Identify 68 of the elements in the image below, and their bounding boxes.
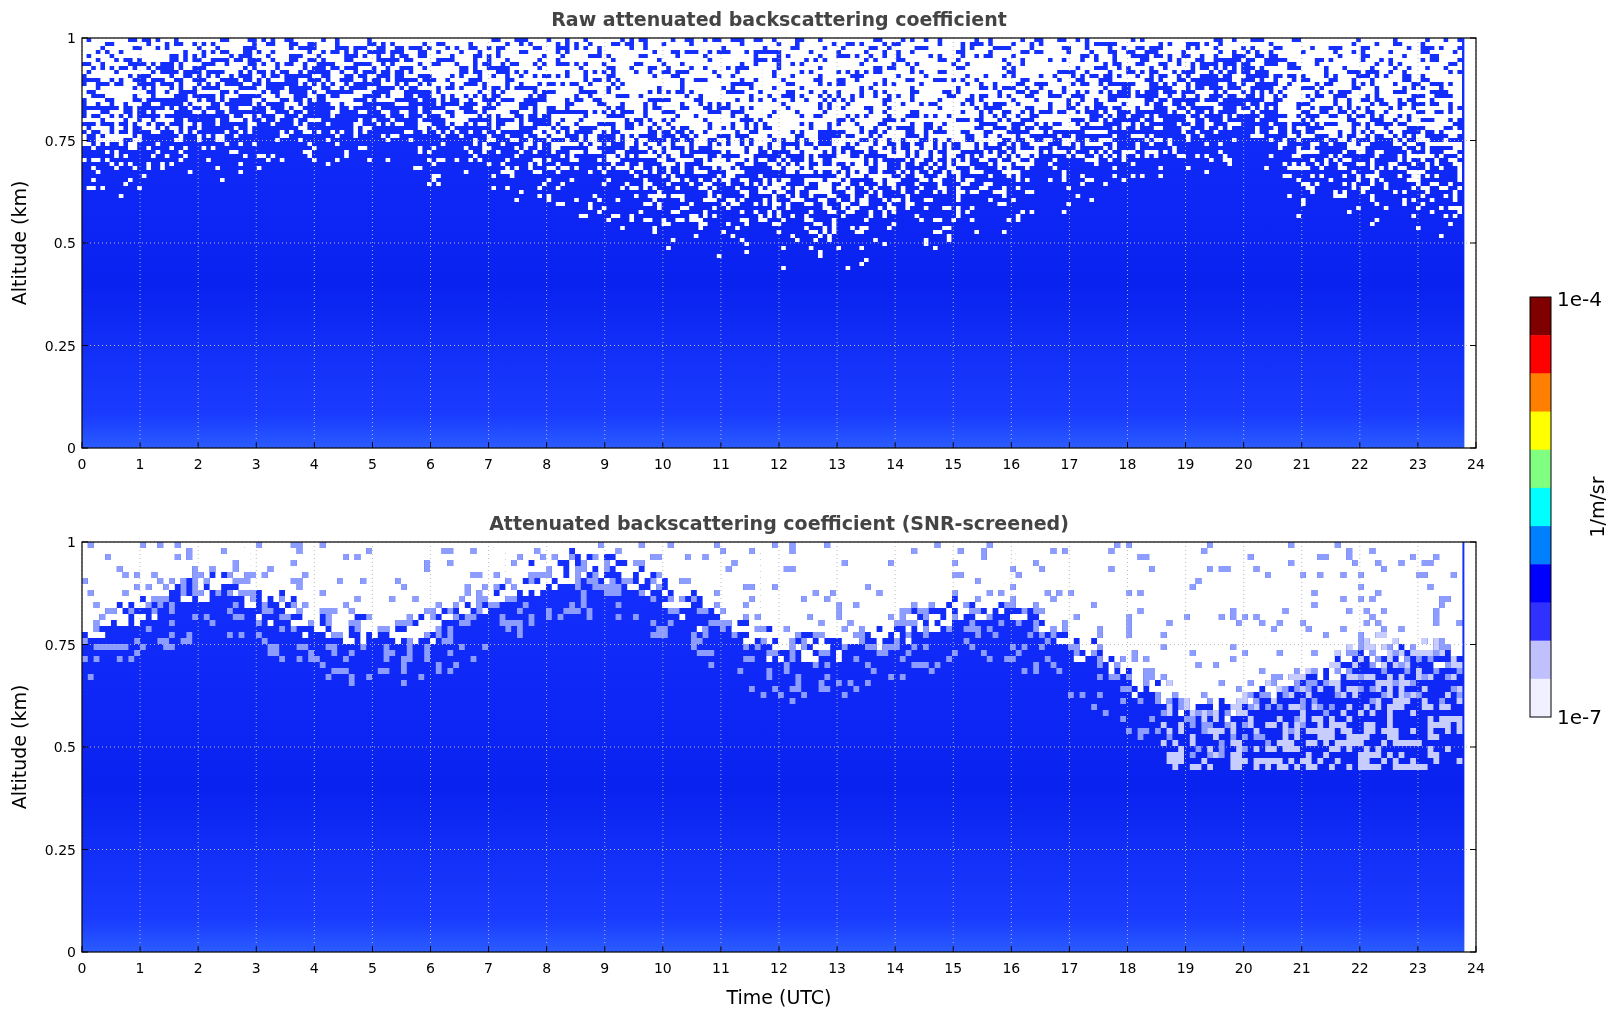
x-tick-label: 14	[886, 456, 905, 472]
x-tick-label: 9	[600, 960, 610, 976]
y-tick-label: 0.75	[44, 636, 76, 653]
x-tick-label: 11	[712, 456, 730, 472]
x-tick-label: 19	[1176, 456, 1195, 472]
x-tick-label: 10	[653, 456, 672, 472]
x-tick-label: 4	[309, 960, 319, 976]
x-tick-label: 7	[484, 456, 494, 472]
x-tick-label: 13	[828, 960, 846, 976]
x-tick-label: 9	[600, 456, 610, 472]
x-tick-label: 22	[1350, 960, 1369, 976]
x-tick-label: 17	[1060, 456, 1079, 472]
x-tick-label: 7	[484, 960, 494, 976]
x-tick-label: 2	[193, 456, 203, 472]
x-tick-label: 6	[426, 456, 435, 472]
x-tick-label: 2	[193, 960, 203, 976]
x-tick-label: 23	[1409, 960, 1427, 976]
x-axis-label: Time (UTC)	[726, 986, 832, 1008]
y-tick-label: 1	[67, 534, 76, 550]
x-tick-label: 1	[135, 960, 145, 976]
colorbar-max-label: 1e-4	[1557, 287, 1602, 311]
x-tick-label: 0	[77, 456, 87, 472]
x-tick-label: 3	[251, 960, 261, 976]
x-tick-label: 23	[1409, 456, 1427, 472]
y-axis-label: Altitude (km)	[8, 684, 30, 810]
x-tick-label: 13	[828, 456, 846, 472]
x-tick-label: 18	[1118, 960, 1137, 976]
colorbar-label: 1/m/sr	[1586, 476, 1608, 538]
x-tick-label: 19	[1176, 960, 1195, 976]
x-tick-label: 0	[77, 960, 87, 976]
x-tick-label: 21	[1292, 960, 1311, 976]
y-tick-label: 0.75	[44, 132, 76, 149]
x-tick-label: 8	[542, 456, 552, 472]
x-tick-label: 5	[367, 456, 377, 472]
x-tick-label: 15	[944, 960, 963, 976]
x-tick-label: 3	[251, 456, 261, 472]
x-tick-label: 22	[1350, 456, 1369, 472]
x-tick-label: 12	[770, 456, 788, 472]
x-tick-label: 15	[944, 456, 963, 472]
x-tick-label: 8	[542, 960, 552, 976]
x-tick-label: 5	[367, 960, 377, 976]
x-tick-label: 24	[1467, 960, 1485, 976]
x-tick-label: 6	[426, 960, 435, 976]
x-tick-label: 16	[1002, 960, 1021, 976]
y-axis-label: Altitude (km)	[8, 180, 30, 306]
x-tick-label: 24	[1467, 456, 1485, 472]
chart-title: Raw attenuated backscattering coefficient	[551, 8, 1007, 30]
x-tick-label: 16	[1002, 456, 1021, 472]
x-tick-label: 14	[886, 960, 905, 976]
y-tick-label: 0	[67, 944, 76, 960]
y-tick-label: 0.5	[53, 235, 76, 251]
x-tick-label: 1	[135, 456, 145, 472]
y-tick-label: 0.25	[44, 841, 76, 858]
x-tick-label: 21	[1292, 456, 1311, 472]
colorbar-min-label: 1e-7	[1557, 705, 1602, 729]
y-tick-label: 1	[67, 30, 76, 46]
x-tick-label: 17	[1060, 960, 1079, 976]
x-tick-label: 18	[1118, 456, 1137, 472]
y-tick-label: 0.25	[44, 337, 76, 354]
y-tick-label: 0	[67, 440, 76, 456]
x-tick-label: 20	[1234, 456, 1253, 472]
y-tick-label: 0.5	[53, 739, 76, 755]
x-tick-label: 12	[770, 960, 788, 976]
x-tick-label: 4	[309, 456, 319, 472]
chart-title: Attenuated backscattering coefficient (SNR-screened)	[489, 512, 1069, 534]
x-tick-label: 10	[653, 960, 672, 976]
x-tick-label: 20	[1234, 960, 1253, 976]
x-tick-label: 11	[712, 960, 730, 976]
